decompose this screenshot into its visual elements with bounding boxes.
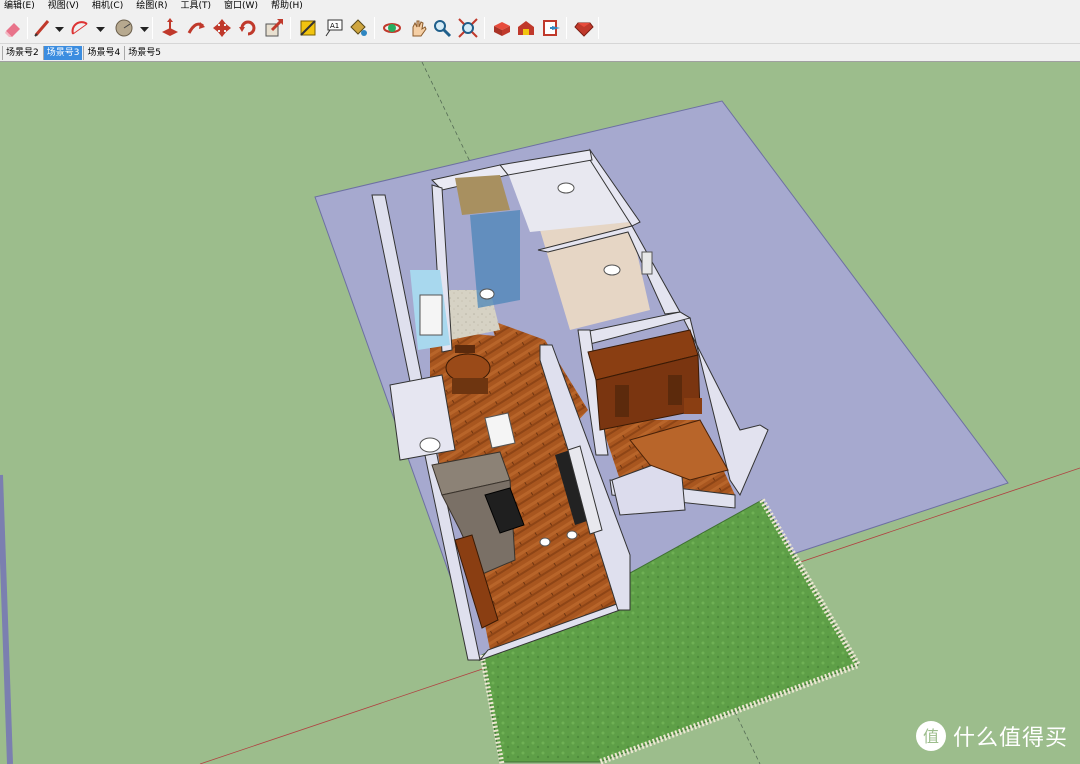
share-model-button[interactable]	[540, 16, 564, 40]
text-button[interactable]: A1	[322, 16, 346, 40]
watermark: 值 什么值得买	[915, 716, 1068, 756]
ceiling-lamp-1	[557, 182, 575, 194]
rotate-button[interactable]	[236, 16, 260, 40]
zoom-icon	[434, 20, 452, 38]
watermark-text: 什么值得买	[952, 726, 1068, 751]
zoom-extents-icon	[458, 18, 478, 38]
menu-help[interactable]: 帮助(H)	[271, 0, 303, 13]
follow-me-button[interactable]	[184, 16, 208, 40]
watermark-logo-glyph: 值	[923, 727, 939, 746]
floor-plan-model	[0, 62, 1080, 764]
nightstand	[684, 398, 702, 414]
scale-icon	[265, 18, 284, 37]
zoom-extents-button[interactable]	[456, 16, 480, 40]
push-pull-button[interactable]	[158, 16, 182, 40]
scene-tab-4[interactable]: 场景号4	[83, 45, 123, 60]
scene-tab-3[interactable]: 场景号3	[42, 45, 83, 60]
circle-button[interactable]	[112, 16, 136, 40]
arc-dropdown-icon[interactable]	[96, 25, 105, 33]
scale-button[interactable]	[262, 16, 286, 40]
dining-table	[445, 353, 491, 383]
scene-tab-2[interactable]: 场景号2	[2, 45, 42, 60]
ruby-icon	[574, 22, 594, 37]
paint-bucket-button[interactable]	[346, 16, 370, 40]
component-icon	[494, 22, 510, 36]
circle-dropdown-icon[interactable]	[140, 25, 149, 33]
pencil-button[interactable]	[30, 16, 54, 40]
wardrobe-door-2	[668, 375, 682, 405]
arc-button[interactable]	[68, 16, 92, 40]
warehouse-button[interactable]	[514, 16, 538, 40]
menu-bar: 编辑(E) 视图(V) 相机(C) 绘图(R) 工具(T) 窗口(W) 帮助(H…	[0, 0, 1080, 13]
arc-icon	[71, 21, 88, 35]
rotate-icon	[239, 20, 256, 36]
stool-1	[539, 537, 551, 547]
toolbar: A1	[0, 13, 1080, 44]
push-pull-icon	[162, 18, 178, 36]
warehouse-icon	[518, 21, 534, 35]
toilet	[479, 288, 495, 300]
fridge	[419, 294, 443, 336]
move-button[interactable]	[210, 16, 234, 40]
bath-sink	[419, 437, 441, 453]
model-viewport[interactable]	[0, 62, 1080, 764]
paint-bucket-icon	[350, 19, 367, 36]
dining-chair-back	[455, 345, 475, 353]
menu-tools[interactable]: 工具(T)	[181, 0, 212, 13]
component-button[interactable]	[490, 16, 514, 40]
wall-ac-unit	[641, 251, 653, 275]
scene-tab-5[interactable]: 场景号5	[124, 45, 164, 60]
pencil-dropdown-icon[interactable]	[55, 25, 64, 33]
dining-chairs	[452, 378, 488, 394]
menu-camera[interactable]: 相机(C)	[92, 0, 123, 13]
ruby-button[interactable]	[572, 16, 596, 40]
menu-view[interactable]: 视图(V)	[48, 0, 79, 13]
pan-button[interactable]	[406, 16, 430, 40]
text-icon: A1	[325, 19, 343, 37]
tape-measure-icon	[300, 20, 316, 36]
zoom-button[interactable]	[430, 16, 454, 40]
share-model-icon	[543, 20, 560, 36]
orbit-button[interactable]	[380, 16, 404, 40]
stool-2	[566, 530, 578, 540]
ceiling-lamp-2	[603, 264, 621, 276]
text-tool-glyph: A1	[330, 22, 339, 30]
scene-tabs-bar: 场景号2 场景号3 场景号4 场景号5	[0, 44, 1080, 62]
follow-me-icon	[187, 22, 205, 34]
menu-edit[interactable]: 编辑(E)	[4, 0, 35, 13]
move-icon	[213, 19, 231, 37]
circle-icon	[115, 19, 133, 37]
tape-measure-button[interactable]	[296, 16, 320, 40]
pan-icon	[412, 20, 427, 37]
eraser-button[interactable]	[1, 16, 25, 40]
orbit-icon	[383, 23, 401, 33]
wardrobe-door-1	[615, 385, 629, 417]
menu-window[interactable]: 窗口(W)	[224, 0, 258, 13]
watermark-logo-icon: 值	[915, 721, 946, 751]
shower-glass	[470, 210, 520, 308]
eraser-icon	[5, 23, 20, 37]
menu-draw[interactable]: 绘图(R)	[136, 0, 167, 13]
pencil-icon	[34, 20, 50, 37]
